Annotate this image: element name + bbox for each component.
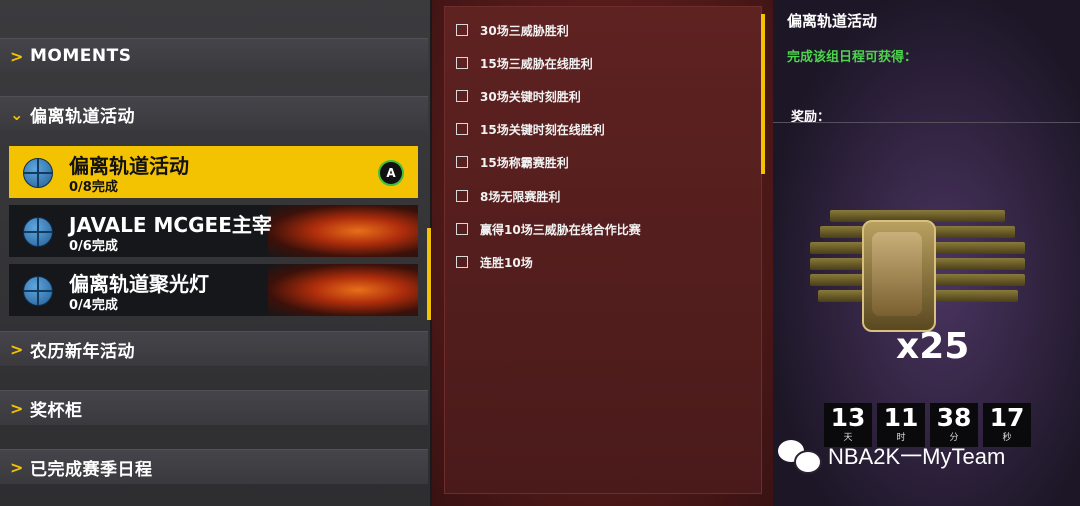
agenda-title: 偏离轨道聚光灯	[69, 272, 209, 296]
category-label: 奖杯柜	[30, 400, 83, 421]
checkbox-icon	[456, 190, 468, 202]
goal-label: 赢得10场三威胁在线合作比赛	[480, 222, 641, 237]
goal-item: 8场无限赛胜利	[456, 186, 560, 206]
checkbox-icon	[456, 256, 468, 268]
goal-label: 15场关键时刻在线胜利	[480, 122, 605, 137]
a-button-icon[interactable]: A	[378, 160, 404, 186]
goal-item: 15场称霸赛胜利	[456, 152, 569, 172]
agenda-title: JAVALE MCGEE主宰	[69, 213, 272, 237]
goal-label: 15场三威胁在线胜利	[480, 56, 593, 71]
reward-panel-title: 偏离轨道活动	[787, 12, 878, 30]
watermark-text: NBA2K一MyTeam	[828, 444, 1006, 469]
timer-value: 17	[989, 403, 1025, 432]
agenda-item-mcgee[interactable]: JAVALE MCGEE主宰 0/6完成	[9, 205, 418, 257]
checkbox-icon	[456, 156, 468, 168]
goal-item: 连胜10场	[456, 252, 533, 272]
category-offtrack[interactable]: ⌄ 偏离轨道活动	[0, 96, 428, 131]
wechat-icon	[778, 438, 822, 474]
timer-value: 38	[936, 403, 972, 432]
sidebar-scrollbar[interactable]	[427, 228, 431, 320]
basketball-icon	[23, 217, 53, 247]
chevron-right-icon: >	[10, 457, 24, 477]
checkbox-icon	[456, 57, 468, 69]
goal-label: 15场称霸赛胜利	[480, 155, 569, 170]
goal-label: 8场无限赛胜利	[480, 189, 561, 204]
goal-item: 15场三威胁在线胜利	[456, 53, 593, 73]
category-label: 偏离轨道活动	[30, 106, 135, 127]
category-lunar-new-year[interactable]: > 农历新年活动	[0, 331, 428, 366]
agenda-title: 偏离轨道活动	[69, 154, 189, 178]
timer-value: 11	[883, 403, 919, 432]
reward-subtitle: 完成该组日程可获得：	[787, 50, 918, 65]
category-label: 农历新年活动	[30, 341, 135, 362]
goals-panel	[444, 6, 762, 494]
category-moments[interactable]: > MOMENTS	[0, 38, 428, 73]
basketball-icon	[23, 276, 53, 306]
checkbox-icon	[456, 90, 468, 102]
agenda-progress: 0/8完成	[69, 180, 118, 195]
goal-item: 赢得10场三威胁在线合作比赛	[456, 219, 641, 239]
fire-background	[268, 264, 418, 316]
category-completed[interactable]: > 已完成赛季日程	[0, 449, 428, 484]
reward-multiplier: x25	[896, 326, 970, 367]
chevron-right-icon: >	[10, 46, 24, 66]
goals-scrollbar[interactable]	[761, 14, 765, 174]
goal-item: 15场关键时刻在线胜利	[456, 119, 605, 139]
chevron-right-icon: >	[10, 398, 24, 418]
checkbox-icon	[456, 223, 468, 235]
agenda-progress: 0/4完成	[69, 298, 118, 313]
agenda-item-offtrack[interactable]: 偏离轨道活动 0/8完成 A	[9, 146, 418, 198]
category-label: 已完成赛季日程	[30, 459, 153, 480]
divider	[773, 122, 1080, 123]
chevron-down-icon: ⌄	[10, 104, 24, 124]
basketball-icon	[23, 158, 53, 188]
checkbox-icon	[456, 24, 468, 36]
goal-item: 30场三威胁胜利	[456, 20, 569, 40]
watermark: NBA2K一MyTeam	[778, 438, 1006, 474]
timer-value: 13	[830, 403, 866, 432]
checkbox-icon	[456, 123, 468, 135]
agenda-progress: 0/6完成	[69, 239, 118, 254]
card-pack-icon	[810, 200, 1025, 332]
category-label: MOMENTS	[30, 46, 132, 66]
chevron-right-icon: >	[10, 339, 24, 359]
goal-label: 连胜10场	[480, 255, 533, 270]
goal-item: 30场关键时刻胜利	[456, 86, 581, 106]
goal-label: 30场三威胁胜利	[480, 23, 569, 38]
fire-background	[268, 205, 418, 257]
goal-label: 30场关键时刻胜利	[480, 89, 581, 104]
category-trophy-case[interactable]: > 奖杯柜	[0, 390, 428, 425]
agenda-item-spotlight[interactable]: 偏离轨道聚光灯 0/4完成	[9, 264, 418, 316]
